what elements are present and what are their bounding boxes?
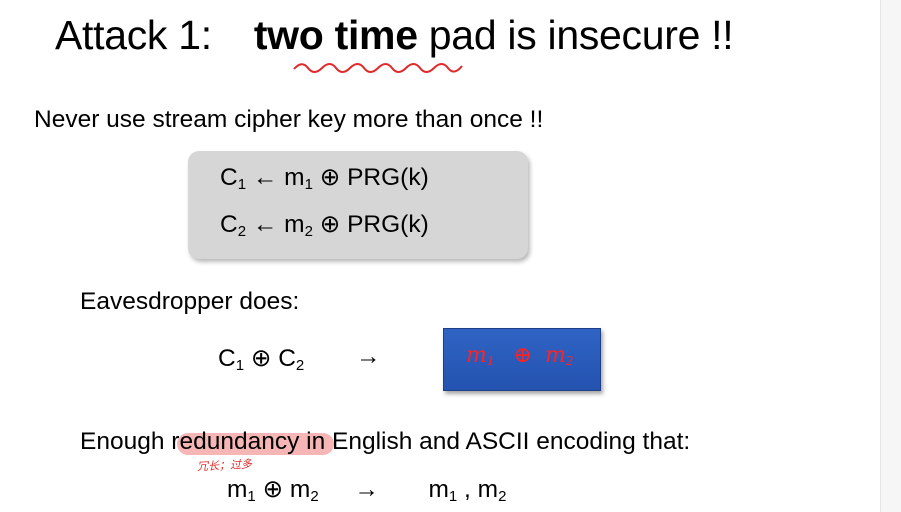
final-equation: m1 ⊕ m2 → m1 , m2 [227,476,507,505]
handwritten-note: 冗长；过多 [196,457,253,474]
warning-line: Never use stream cipher key more than on… [34,106,544,133]
eavesdropper-line: Eavesdropper does: [80,288,300,315]
slide: Attack 1: two time pad is insecure !! Nev… [0,0,901,512]
handwritten-result: m1 ⊕ m2 [466,343,574,368]
title-prefix: Attack 1: [55,12,212,58]
slide-title: Attack 1: two time pad is insecure !! [55,12,734,59]
redundancy-word: redundancy [171,428,300,455]
equation-2: C2 ← m2 ⊕ PRG(k) [220,211,429,240]
title-bold: two time [253,12,418,58]
equation-1: C1 ← m1 ⊕ PRG(k) [220,164,429,193]
ciphertext-xor: C1 ⊕ C2 [218,345,305,374]
right-arrow: → [356,343,381,370]
result-box: m1 ⊕ m2 [443,328,601,391]
equation-box: C1 ← m1 ⊕ PRG(k) C2 ← m2 ⊕ PRG(k) [188,151,528,259]
red-squiggle-underline [293,63,463,73]
redundancy-line: Enough redundancy in English and ASCII e… [80,428,691,455]
title-suffix: pad is insecure !! [417,12,734,58]
right-edge-panel [880,0,901,512]
